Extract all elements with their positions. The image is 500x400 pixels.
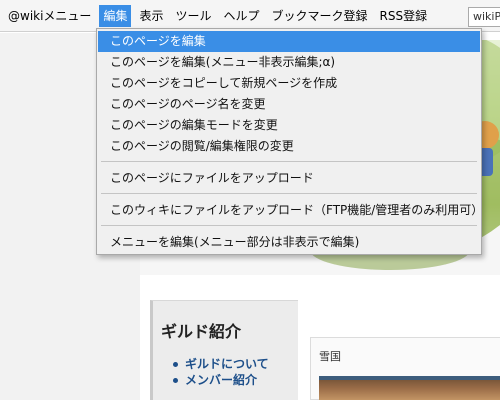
sidebar-link-about-guild[interactable]: ギルドについて (171, 356, 269, 372)
guild-intro-heading: ギルド紹介 (161, 322, 242, 341)
menu-item-change-permissions[interactable]: このページの閲覧/編集権限の変更 (98, 136, 480, 157)
menu-item-upload-page-file[interactable]: このページにファイルをアップロード (98, 168, 480, 189)
content-panel: 雪国 (310, 337, 500, 400)
menu-item-copy-new-page[interactable]: このページをコピーして新規ページを作成 (98, 73, 480, 94)
menu-tools[interactable]: ツール (171, 5, 215, 27)
menu-rss[interactable]: RSS登録 (376, 5, 432, 27)
content-panel-image (319, 376, 500, 400)
menu-separator (101, 193, 477, 194)
menu-bookmark[interactable]: ブックマーク登録 (268, 5, 372, 27)
menu-item-upload-wiki-file[interactable]: このウィキにファイルをアップロード（FTP機能/管理者のみ利用可） (98, 200, 483, 221)
menu-atwiki[interactable]: @wikiメニュー (4, 5, 95, 27)
menu-separator (101, 161, 477, 162)
menu-edit[interactable]: 編集 (99, 4, 132, 27)
sidebar-link-members[interactable]: メンバー紹介 (171, 372, 269, 388)
menu-help[interactable]: ヘルプ (219, 5, 263, 27)
menu-item-rename-page[interactable]: このページのページ名を変更 (98, 94, 480, 115)
guild-intro-links: ギルドについて メンバー紹介 (171, 356, 269, 388)
search-input[interactable]: wikiP (468, 7, 500, 27)
menu-item-edit-menu[interactable]: メニューを編集(メニュー部分は非表示で編集) (98, 232, 480, 253)
menu-separator (101, 225, 477, 226)
edit-dropdown-menu: このページを編集 このページを編集(メニュー非表示編集;α) このページをコピー… (96, 28, 483, 255)
menu-item-change-edit-mode[interactable]: このページの編集モードを変更 (98, 115, 480, 136)
menu-view[interactable]: 表示 (135, 5, 167, 27)
menu-item-edit-page-no-menu[interactable]: このページを編集(メニュー非表示編集;α) (98, 52, 480, 73)
menu-item-edit-page[interactable]: このページを編集 (98, 31, 480, 52)
guild-intro-sidebar: ギルド紹介 ギルドについて メンバー紹介 (150, 300, 298, 400)
content-panel-title: 雪国 (319, 350, 341, 363)
